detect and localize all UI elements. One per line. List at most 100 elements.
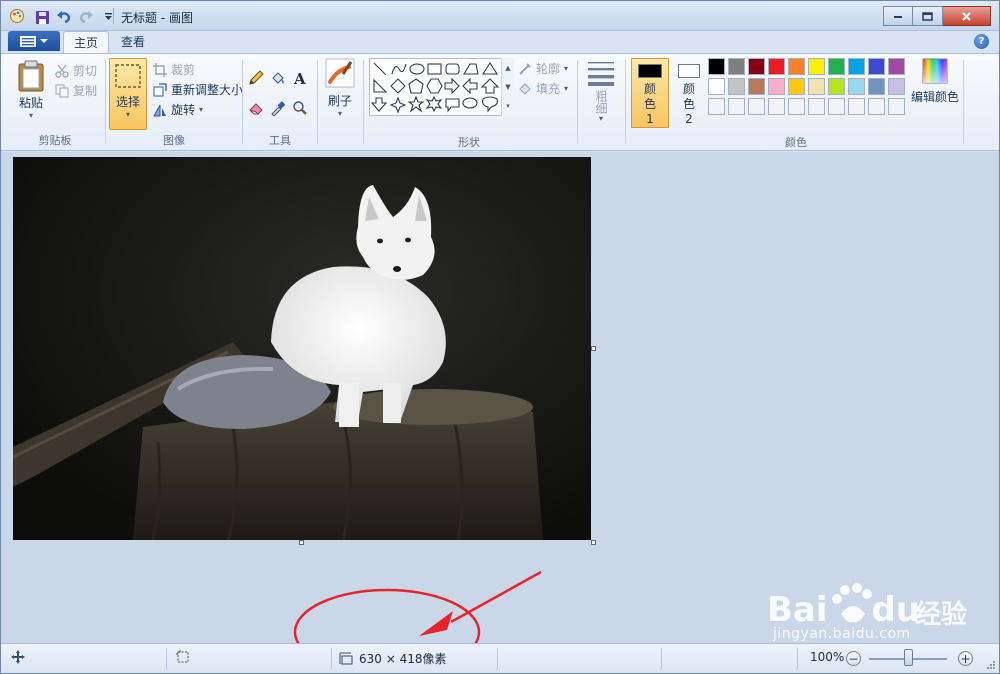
text-icon[interactable]: A (290, 68, 310, 88)
palette-swatch[interactable] (708, 78, 725, 95)
zoom-slider-thumb[interactable] (904, 649, 913, 666)
annotation-arrow-head (419, 611, 453, 636)
size-button[interactable]: 粗细 ▾ (583, 58, 619, 123)
shapes-scrollbar[interactable]: ▲ ▼ ▾ (501, 58, 514, 116)
palette-swatch[interactable] (788, 58, 805, 75)
group-separator (577, 60, 578, 144)
palette-swatch[interactable] (848, 98, 865, 115)
brushes-button[interactable]: 刷子 ▾ (321, 58, 359, 118)
palette-swatch[interactable] (828, 58, 845, 75)
scroll-up-icon[interactable]: ▲ (505, 64, 510, 72)
selection-size (176, 650, 190, 664)
crop-button[interactable]: 裁剪 (153, 61, 195, 78)
resize-button[interactable]: 重新调整大小 (153, 81, 243, 98)
cut-label: 剪切 (73, 64, 98, 78)
clipboard-group: 粘贴 ▾ 剪切 复制 剪贴板 (7, 56, 103, 150)
palette-swatch[interactable] (748, 98, 765, 115)
color-picker-icon[interactable] (268, 98, 288, 118)
magnifier-icon[interactable] (290, 98, 310, 118)
palette-swatch[interactable] (788, 78, 805, 95)
palette-swatch[interactable] (848, 78, 865, 95)
canvas-workspace[interactable]: Bai du 经验 jingyan.baidu.com (1, 152, 999, 643)
status-separator (331, 648, 332, 670)
move-cursor-icon (11, 650, 25, 664)
brush-icon (325, 58, 355, 88)
shapes-gallery[interactable] (369, 58, 514, 116)
scroll-down-icon[interactable]: ▼ (505, 83, 510, 91)
palette-swatch[interactable] (728, 98, 745, 115)
fill-icon[interactable] (268, 68, 288, 88)
palette-swatch[interactable] (888, 58, 905, 75)
ribbon-home: 粘贴 ▾ 剪切 复制 剪贴板 选择 ▾ 裁剪 重新调整大小 旋转 ▾ 图像 A … (1, 53, 999, 151)
minimize-button[interactable] (883, 6, 913, 26)
paint-app-icon[interactable] (9, 8, 25, 24)
color-1-button[interactable]: 颜色 1 (631, 58, 669, 128)
tab-view[interactable]: 查看 (111, 31, 155, 53)
palette-swatch[interactable] (888, 98, 905, 115)
image-canvas[interactable] (13, 157, 591, 540)
outline-button[interactable]: 轮廓 ▾ (518, 60, 568, 77)
customize-qat-icon[interactable] (99, 8, 117, 26)
palette-swatch[interactable] (888, 78, 905, 95)
edit-colors-icon (922, 58, 948, 84)
undo-icon[interactable] (55, 8, 73, 26)
baidu-watermark: Bai du 经验 jingyan.baidu.com (763, 582, 983, 642)
palette-swatch[interactable] (768, 58, 785, 75)
pencil-icon[interactable] (246, 68, 266, 88)
palette-swatch[interactable] (748, 58, 765, 75)
redo-icon[interactable] (77, 8, 95, 26)
select-button[interactable]: 选择 ▾ (109, 58, 147, 130)
palette-swatch[interactable] (868, 78, 885, 95)
status-separator (497, 648, 498, 670)
status-separator (166, 648, 167, 670)
select-icon (115, 64, 141, 88)
paste-button[interactable]: 粘贴 ▾ (13, 60, 49, 120)
cut-button[interactable]: 剪切 (55, 62, 97, 79)
size-label: 粗细 (594, 90, 608, 114)
palette-swatch[interactable] (708, 58, 725, 75)
tab-home[interactable]: 主页 (63, 31, 110, 53)
palette-swatch[interactable] (808, 78, 825, 95)
window-title: 无标题 - 画图 (121, 11, 193, 25)
edit-colors-button[interactable]: 编辑颜色 (911, 58, 959, 105)
palette-swatch[interactable] (828, 78, 845, 95)
resize-handle-right[interactable] (591, 346, 596, 351)
palette-swatch[interactable] (808, 98, 825, 115)
zoom-in-button[interactable]: + (958, 651, 973, 666)
palette-swatch[interactable] (868, 98, 885, 115)
paint-menu-button[interactable] (8, 31, 60, 51)
eraser-icon[interactable] (246, 98, 266, 118)
palette-swatch[interactable] (808, 58, 825, 75)
rotate-button[interactable]: 旋转 ▾ (153, 101, 203, 118)
edit-colors-label: 编辑颜色 (911, 90, 960, 104)
palette-swatch[interactable] (708, 98, 725, 115)
palette-swatch[interactable] (788, 98, 805, 115)
color-2-button[interactable]: 颜色 2 (673, 58, 705, 128)
palette-swatch[interactable] (828, 98, 845, 115)
brushes-label: 刷子 (327, 94, 352, 108)
palette-swatch[interactable] (728, 78, 745, 95)
expand-gallery-icon[interactable]: ▾ (506, 102, 510, 110)
save-icon[interactable] (33, 8, 51, 26)
palette-swatch[interactable] (728, 58, 745, 75)
outline-dropdown-icon: ▾ (564, 64, 569, 73)
fill-button[interactable]: 填充 ▾ (518, 80, 568, 97)
group-separator (963, 60, 964, 144)
resize-handle-corner[interactable] (591, 540, 596, 545)
resize-handle-bottom[interactable] (299, 540, 304, 545)
watermark-brand-text-2: du (871, 590, 921, 630)
palette-swatch[interactable] (748, 78, 765, 95)
palette-swatch[interactable] (868, 58, 885, 75)
close-button[interactable] (943, 6, 991, 26)
palette-swatch[interactable] (848, 58, 865, 75)
annotation-arrow-line (450, 570, 542, 624)
restore-button[interactable] (913, 6, 943, 26)
zoom-out-button[interactable]: − (846, 651, 861, 666)
brushes-dropdown-icon: ▾ (337, 109, 342, 118)
copy-button[interactable]: 复制 (55, 82, 97, 99)
palette-swatch[interactable] (768, 98, 785, 115)
status-separator (661, 648, 662, 670)
help-icon[interactable]: ? (974, 34, 989, 49)
resize-grip-icon[interactable] (986, 660, 996, 670)
palette-swatch[interactable] (768, 78, 785, 95)
